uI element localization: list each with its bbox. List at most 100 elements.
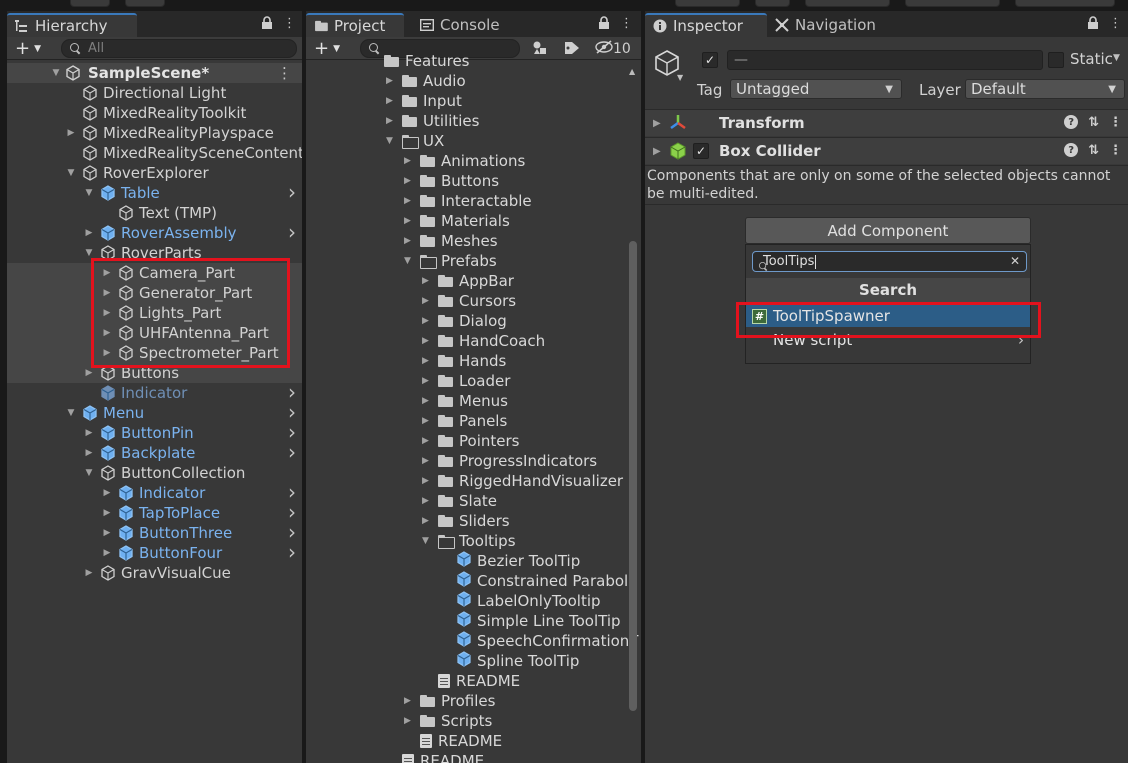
scene-row[interactable]: ▼ SampleScene* ⋮	[7, 63, 302, 83]
project-scrollbar[interactable]: ▲	[629, 67, 637, 763]
expand-arrow-icon[interactable]: ▶	[404, 196, 416, 206]
expand-arrow-icon[interactable]: ▼	[51, 68, 61, 78]
project-row[interactable]: Simple Line ToolTip	[440, 611, 621, 631]
expand-arrow-icon[interactable]: ▼	[84, 468, 94, 478]
hierarchy-row[interactable]: Directional Light	[7, 83, 302, 103]
expand-arrow-icon[interactable]: ▶	[422, 356, 434, 366]
project-row[interactable]: ▶ HandCoach	[422, 331, 545, 351]
open-prefab-chevron-icon[interactable]: ›	[288, 220, 296, 244]
hierarchy-row[interactable]: ▶ TapToPlace ›	[7, 500, 302, 524]
project-row[interactable]: ▶ Input	[386, 91, 462, 111]
hierarchy-row[interactable]: ▼ Menu ›	[7, 400, 302, 424]
project-row[interactable]: ▶ Cursors	[422, 291, 516, 311]
toolbar-pill[interactable]	[805, 0, 890, 7]
expand-arrow-icon[interactable]: ▶	[422, 336, 434, 346]
expand-arrow-icon[interactable]: ▶	[102, 488, 112, 498]
tab-inspector[interactable]: Inspector	[645, 13, 767, 37]
expand-arrow-icon[interactable]: ▶	[404, 236, 416, 246]
expand-arrow-icon[interactable]: ▶	[66, 128, 76, 138]
layer-dropdown[interactable]: Default ▼	[965, 79, 1125, 99]
kebab-menu-icon[interactable]: ⋮	[1109, 143, 1122, 158]
hierarchy-row[interactable]: MixedRealityToolkit	[7, 103, 302, 123]
expand-arrow-icon[interactable]: ▶	[422, 416, 434, 426]
expand-arrow-icon[interactable]: ▼	[404, 256, 416, 266]
project-row[interactable]: ▶ Hands	[422, 351, 506, 371]
expand-arrow-icon[interactable]: ▼	[84, 248, 94, 258]
project-row[interactable]: ▶ Animations	[404, 151, 525, 171]
expand-arrow-icon[interactable]: ▶	[386, 76, 398, 86]
project-row[interactable]: ▼ Prefabs	[404, 251, 497, 271]
expand-arrow-icon[interactable]: ▼	[66, 168, 76, 178]
toolbar-pill[interactable]	[755, 0, 790, 7]
project-row[interactable]: README	[422, 671, 520, 691]
help-icon[interactable]: ?	[1064, 143, 1079, 157]
expand-arrow-icon[interactable]: ▶	[422, 456, 434, 466]
hidden-packages-toggle[interactable]: 10	[595, 40, 631, 58]
lock-icon[interactable]	[598, 16, 612, 32]
component-search-input[interactable]: ToolTips ✕	[752, 251, 1027, 272]
hierarchy-row[interactable]: ▶ ButtonThree ›	[7, 520, 302, 544]
hierarchy-row[interactable]: ▶ Indicator ›	[7, 480, 302, 504]
project-row[interactable]: LabelOnlyTooltip	[440, 591, 601, 611]
expand-arrow-icon[interactable]: ▶	[84, 228, 94, 238]
lock-icon[interactable]	[1087, 16, 1101, 32]
project-row[interactable]: ▶ Profiles	[404, 691, 495, 711]
project-row[interactable]: ▶ ProgressIndicators	[422, 451, 597, 471]
project-row[interactable]: Constrained Parabola	[440, 571, 637, 591]
hierarchy-row[interactable]: ▼ ButtonCollection	[7, 463, 302, 483]
hierarchy-row[interactable]: ▶ MixedRealityPlayspace	[7, 123, 302, 143]
expand-arrow-icon[interactable]: ▶	[102, 528, 112, 538]
tag-dropdown[interactable]: Untagged ▼	[730, 79, 902, 99]
expand-arrow-icon[interactable]: ▼	[84, 188, 94, 198]
project-row[interactable]: ▶ Pointers	[422, 431, 519, 451]
project-row[interactable]: ▶ Dialog	[422, 311, 507, 331]
hierarchy-row[interactable]: MixedRealitySceneContent	[7, 143, 302, 163]
hierarchy-row[interactable]: ▼ RoverExplorer	[7, 163, 302, 183]
hierarchy-row[interactable]: ▶ ButtonFour ›	[7, 540, 302, 564]
box-collider-enabled-checkbox[interactable]: ✓	[693, 143, 709, 159]
kebab-menu-icon[interactable]: ⋮	[283, 16, 297, 32]
hierarchy-row[interactable]: ▶ ButtonPin ›	[7, 420, 302, 444]
project-row[interactable]: ▶ Sliders	[422, 511, 510, 531]
static-checkbox[interactable]	[1048, 52, 1064, 68]
open-prefab-chevron-icon[interactable]: ›	[288, 180, 296, 204]
expand-arrow-icon[interactable]: ▶	[404, 696, 416, 706]
expand-arrow-icon[interactable]: ▶	[422, 436, 434, 446]
project-row[interactable]: README	[386, 751, 484, 763]
expand-arrow-icon[interactable]: ▶	[84, 368, 94, 378]
project-row[interactable]: Spline ToolTip	[440, 651, 579, 671]
toolbar-pill[interactable]	[70, 0, 110, 7]
expand-arrow-icon[interactable]: ▶	[84, 428, 94, 438]
tab-navigation[interactable]: Navigation	[767, 13, 907, 37]
tab-console[interactable]: Console	[412, 13, 522, 37]
project-row[interactable]: ▶ RiggedHandVisualizer	[422, 471, 623, 491]
expand-arrow-icon[interactable]: ▶	[422, 476, 434, 486]
expand-arrow-icon[interactable]: ▶	[404, 216, 416, 226]
expand-arrow-icon[interactable]: ▶	[422, 296, 434, 306]
scene-kebab-icon[interactable]: ⋮	[277, 63, 292, 83]
hierarchy-row[interactable]: ▶ Backplate ›	[7, 440, 302, 464]
hierarchy-row[interactable]: ▼ Table ›	[7, 180, 302, 204]
tab-project[interactable]: Project	[306, 13, 404, 37]
expand-arrow-icon[interactable]: ▶	[404, 716, 416, 726]
create-button[interactable]: + ▼	[15, 38, 49, 59]
hierarchy-row[interactable]: Indicator ›	[7, 380, 302, 404]
hierarchy-row[interactable]: Text (TMP)	[7, 203, 302, 223]
expand-arrow-icon[interactable]: ▶	[422, 376, 434, 386]
project-row[interactable]: ▶ Menus	[422, 391, 508, 411]
open-prefab-chevron-icon[interactable]: ›	[288, 440, 296, 464]
scroll-up-icon[interactable]: ▲	[629, 67, 637, 77]
expand-arrow-icon[interactable]: ▶	[102, 548, 112, 558]
project-row[interactable]: ▶ Loader	[422, 371, 510, 391]
project-row[interactable]: ▶ Materials	[404, 211, 510, 231]
box-collider-component-header[interactable]: ▶ ✓ Box Collider ? ⇅ ⋮	[645, 137, 1128, 164]
expand-arrow-icon[interactable]: ▶	[404, 156, 416, 166]
toolbar-pill[interactable]	[905, 0, 1000, 7]
kebab-menu-icon[interactable]: ⋮	[1109, 16, 1123, 32]
lock-icon[interactable]	[261, 16, 275, 32]
active-checkbox[interactable]: ✓	[702, 52, 718, 68]
filter-by-type-icon[interactable]	[532, 40, 548, 60]
clear-search-icon[interactable]: ✕	[1010, 254, 1020, 268]
project-row[interactable]: ▶ Interactable	[404, 191, 532, 211]
project-row[interactable]: ▼ Tooltips	[422, 531, 516, 551]
